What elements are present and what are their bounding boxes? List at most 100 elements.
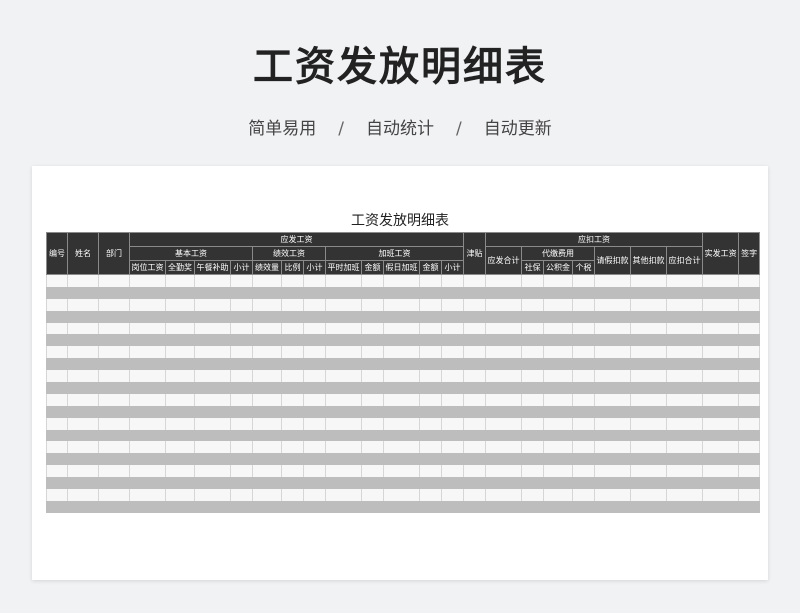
- table-cell[interactable]: [67, 358, 99, 371]
- table-cell[interactable]: [543, 358, 573, 371]
- table-cell[interactable]: [252, 405, 282, 418]
- table-cell[interactable]: [67, 441, 99, 454]
- table-cell[interactable]: [463, 370, 486, 383]
- table-cell[interactable]: [702, 393, 740, 406]
- table-cell[interactable]: [129, 370, 166, 383]
- table-cell[interactable]: [441, 405, 464, 418]
- table-cell[interactable]: [46, 298, 68, 311]
- table-cell[interactable]: [129, 453, 166, 466]
- table-cell[interactable]: [46, 477, 68, 490]
- table-cell[interactable]: [702, 429, 740, 442]
- table-cell[interactable]: [303, 500, 326, 513]
- table-cell[interactable]: [441, 370, 464, 383]
- table-cell[interactable]: [594, 441, 631, 454]
- table-cell[interactable]: [543, 477, 573, 490]
- table-cell[interactable]: [252, 298, 282, 311]
- table-cell[interactable]: [543, 405, 573, 418]
- table-cell[interactable]: [521, 477, 544, 490]
- table-cell[interactable]: [129, 310, 166, 323]
- table-cell[interactable]: [165, 382, 195, 394]
- table-cell[interactable]: [230, 346, 253, 359]
- table-cell[interactable]: [281, 286, 304, 299]
- table-cell[interactable]: [361, 286, 384, 299]
- table-cell[interactable]: [281, 453, 304, 466]
- table-cell[interactable]: [46, 274, 68, 287]
- table-cell[interactable]: [194, 393, 231, 406]
- table-cell[interactable]: [383, 477, 420, 490]
- table-cell[interactable]: [738, 393, 761, 406]
- table-cell[interactable]: [521, 417, 544, 430]
- table-cell[interactable]: [485, 310, 522, 323]
- table-cell[interactable]: [303, 453, 326, 466]
- table-cell[interactable]: [46, 310, 68, 323]
- table-cell[interactable]: [252, 500, 282, 513]
- table-cell[interactable]: [325, 465, 362, 478]
- table-cell[interactable]: [230, 334, 253, 347]
- table-cell[interactable]: [665, 358, 704, 371]
- table-cell[interactable]: [361, 489, 384, 501]
- table-cell[interactable]: [252, 382, 282, 394]
- table-cell[interactable]: [665, 334, 704, 347]
- table-cell[interactable]: [325, 500, 362, 513]
- table-cell[interactable]: [46, 441, 68, 454]
- table-cell[interactable]: [98, 477, 130, 490]
- table-cell[interactable]: [303, 429, 326, 442]
- table-cell[interactable]: [165, 453, 195, 466]
- table-cell[interactable]: [194, 500, 231, 513]
- table-cell[interactable]: [303, 489, 326, 501]
- table-cell[interactable]: [383, 465, 420, 478]
- table-cell[interactable]: [441, 429, 464, 442]
- table-cell[interactable]: [165, 274, 195, 287]
- table-cell[interactable]: [46, 382, 68, 394]
- table-cell[interactable]: [441, 441, 464, 454]
- table-cell[interactable]: [230, 298, 253, 311]
- table-cell[interactable]: [738, 358, 761, 371]
- table-cell[interactable]: [738, 310, 761, 323]
- table-cell[interactable]: [521, 346, 544, 359]
- table-cell[interactable]: [521, 310, 544, 323]
- table-cell[interactable]: [383, 453, 420, 466]
- table-cell[interactable]: [441, 346, 464, 359]
- table-cell[interactable]: [419, 358, 442, 371]
- table-cell[interactable]: [325, 346, 362, 359]
- table-cell[interactable]: [361, 382, 384, 394]
- table-cell[interactable]: [738, 274, 761, 287]
- table-cell[interactable]: [463, 417, 486, 430]
- table-cell[interactable]: [129, 477, 166, 490]
- table-cell[interactable]: [325, 286, 362, 299]
- table-cell[interactable]: [572, 334, 595, 347]
- table-cell[interactable]: [303, 405, 326, 418]
- table-cell[interactable]: [594, 310, 631, 323]
- table-cell[interactable]: [594, 393, 631, 406]
- table-cell[interactable]: [572, 393, 595, 406]
- table-cell[interactable]: [67, 393, 99, 406]
- table-cell[interactable]: [303, 382, 326, 394]
- table-cell[interactable]: [521, 453, 544, 466]
- table-cell[interactable]: [230, 393, 253, 406]
- table-cell[interactable]: [665, 405, 704, 418]
- table-cell[interactable]: [165, 405, 195, 418]
- table-cell[interactable]: [521, 489, 544, 501]
- table-cell[interactable]: [543, 334, 573, 347]
- table-cell[interactable]: [463, 298, 486, 311]
- table-cell[interactable]: [252, 393, 282, 406]
- table-cell[interactable]: [325, 358, 362, 371]
- table-cell[interactable]: [230, 310, 253, 323]
- table-cell[interactable]: [194, 429, 231, 442]
- table-cell[interactable]: [419, 310, 442, 323]
- table-cell[interactable]: [281, 441, 304, 454]
- table-cell[interactable]: [361, 298, 384, 311]
- table-cell[interactable]: [165, 393, 195, 406]
- table-cell[interactable]: [383, 500, 420, 513]
- table-cell[interactable]: [521, 322, 544, 335]
- table-cell[interactable]: [702, 382, 740, 394]
- table-cell[interactable]: [46, 500, 68, 513]
- table-cell[interactable]: [98, 489, 130, 501]
- table-cell[interactable]: [594, 417, 631, 430]
- table-cell[interactable]: [702, 405, 740, 418]
- table-cell[interactable]: [194, 489, 231, 501]
- table-cell[interactable]: [281, 310, 304, 323]
- table-cell[interactable]: [463, 358, 486, 371]
- table-cell[interactable]: [630, 298, 667, 311]
- table-cell[interactable]: [194, 382, 231, 394]
